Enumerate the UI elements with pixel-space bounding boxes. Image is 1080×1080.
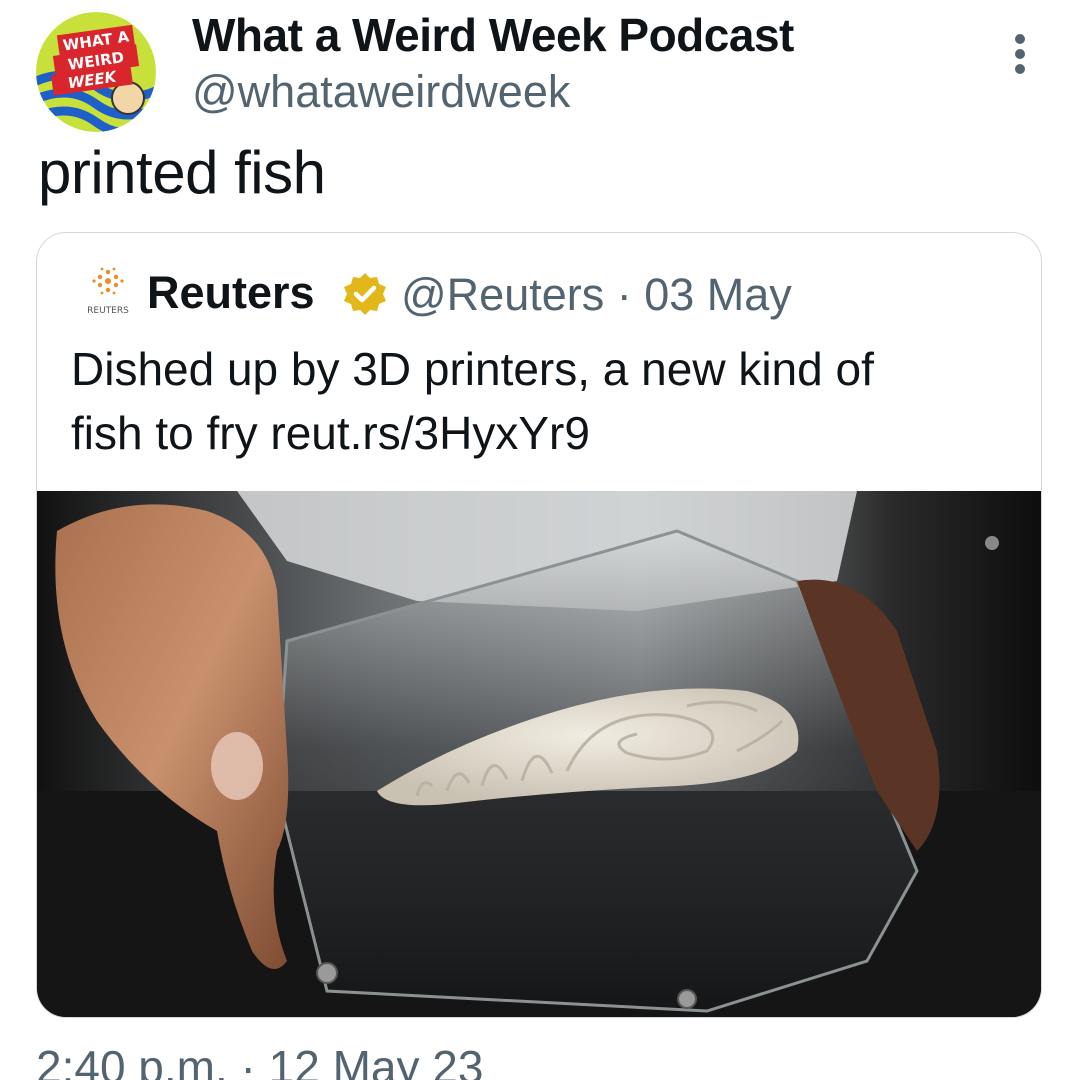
author-handle[interactable]: @whataweirdweek <box>192 66 570 118</box>
podcast-logo-icon: WHAT A WEIRD WEEK <box>36 12 156 132</box>
more-options-button[interactable] <box>1000 30 1040 80</box>
tweet-timestamp[interactable]: 2:40 p.m. · 12 May 23 <box>36 1040 483 1080</box>
reuters-logo-icon: REUTERS <box>87 267 129 316</box>
author-display-name[interactable]: What a Weird Week Podcast <box>192 8 794 62</box>
photo-3d-printed-fish-icon <box>37 491 1041 1017</box>
quoted-author-name[interactable]: Reuters <box>147 267 315 319</box>
quoted-media-image[interactable] <box>37 491 1041 1017</box>
more-vertical-icon <box>1015 34 1025 74</box>
quoted-handle-date: @Reuters · 03 May <box>401 269 792 320</box>
quoted-tweet-card[interactable]: REUTERS Reuters @Reuters · 03 May Dished… <box>36 232 1042 1018</box>
svg-text:REUTERS: REUTERS <box>87 306 129 316</box>
tweet-view: WHAT A WEIRD WEEK What a Weird Week Podc… <box>0 0 1080 1080</box>
tweet-text: printed fish <box>38 139 326 206</box>
quoted-tweet-text: Dished up by 3D printers, a new kind of … <box>71 337 1001 465</box>
quoted-avatar[interactable]: REUTERS <box>73 265 143 321</box>
quoted-text-line[interactable]: fish to fry reut.rs/3HyxYr9 <box>71 401 1001 465</box>
quoted-text-line: Dished up by 3D printers, a new kind of <box>71 343 874 395</box>
author-avatar[interactable]: WHAT A WEIRD WEEK <box>36 12 156 132</box>
verified-badge-icon <box>341 271 389 319</box>
